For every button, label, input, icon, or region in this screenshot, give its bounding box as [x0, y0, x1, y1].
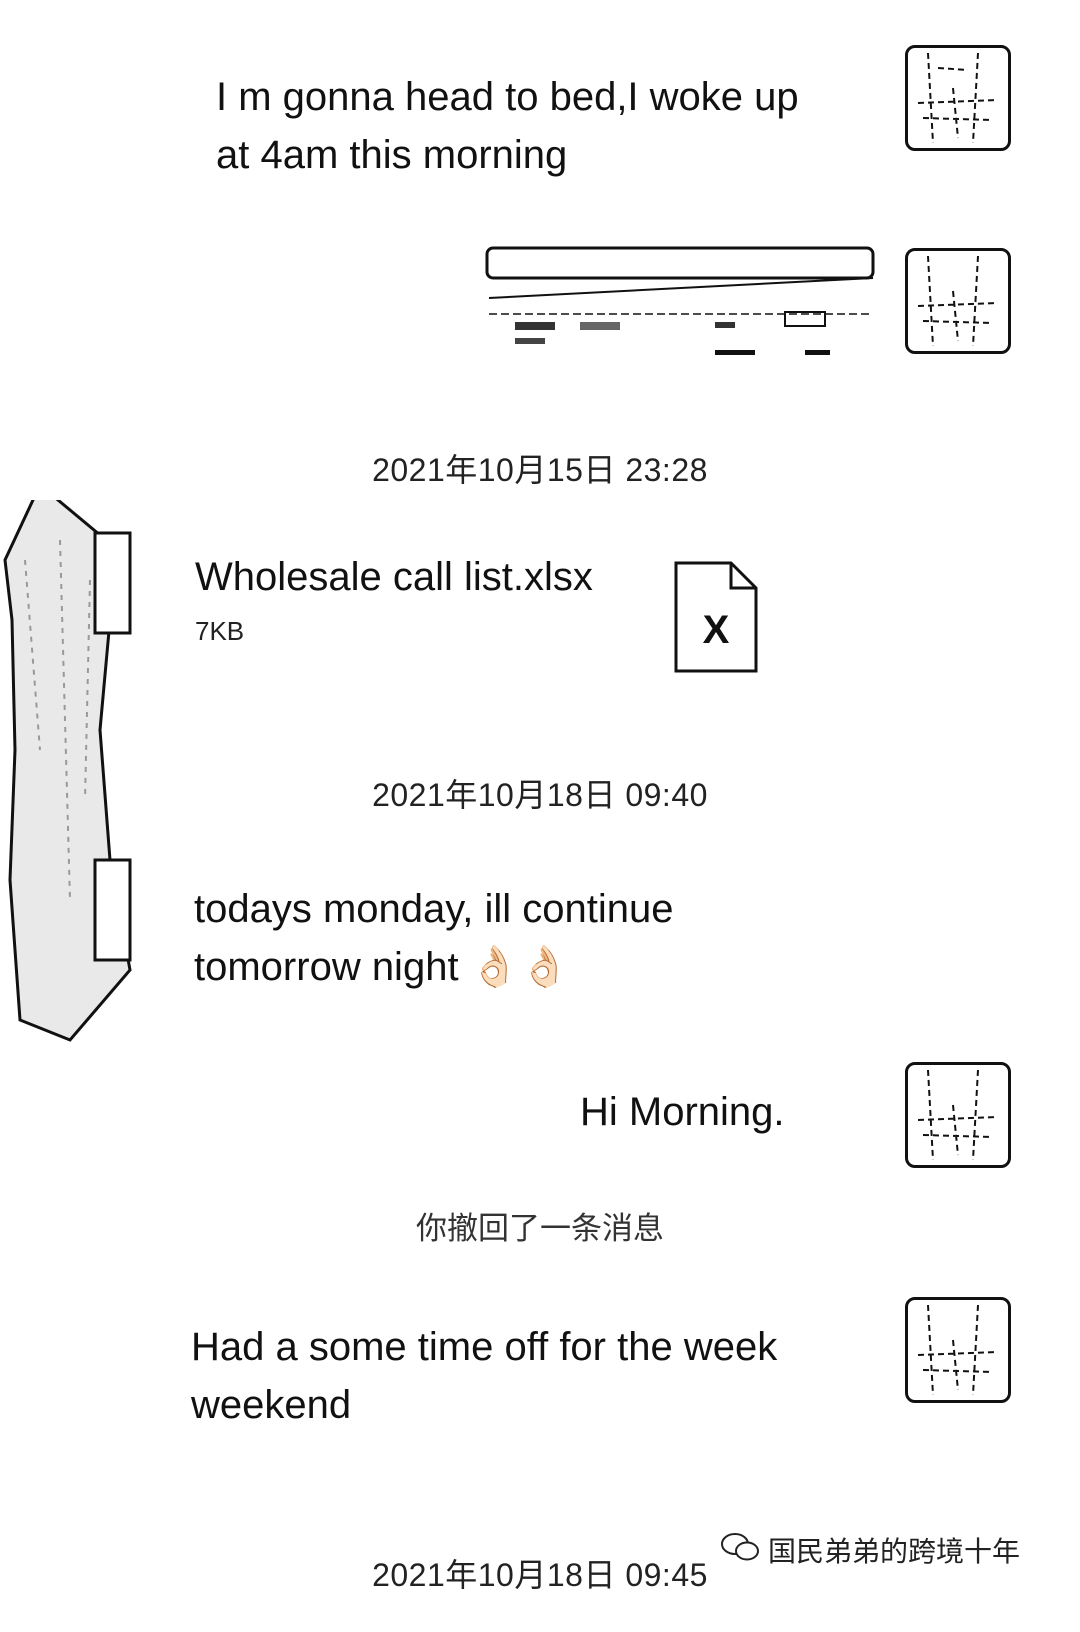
message-line: tomorrow night 👌🏻👌🏻: [194, 945, 570, 989]
timestamp: 2021年10月18日 09:40: [372, 777, 708, 813]
message-text-6[interactable]: Had a some time off for the week weekend: [191, 1318, 871, 1434]
wechat-icon: [720, 1531, 760, 1570]
excel-file-icon: X: [673, 560, 759, 674]
avatar-self[interactable]: [905, 1297, 1011, 1403]
message-text-4[interactable]: todays monday, ill continue tomorrow nig…: [194, 880, 754, 996]
message-line: todays monday, ill continue: [194, 887, 674, 931]
avatar-self[interactable]: [905, 248, 1011, 354]
message-line: weekend: [191, 1383, 352, 1427]
watermark-text: 国民弟弟的跨境十年: [767, 1536, 1020, 1567]
avatar-self[interactable]: [905, 1062, 1011, 1168]
watermark: 国民弟弟的跨境十年: [720, 1530, 1020, 1570]
message-text-5[interactable]: Hi Morning.: [580, 1083, 840, 1141]
message-line: at 4am this morning: [216, 133, 568, 177]
timestamp: 2021年10月15日 23:28: [372, 452, 708, 488]
file-icon-label: X: [702, 608, 730, 652]
avatar-self[interactable]: [905, 45, 1011, 151]
recall-notice: 你撤回了一条消息: [416, 1211, 664, 1246]
message-line: Hi Morning.: [580, 1090, 785, 1134]
message-image-thumbnail[interactable]: [485, 246, 877, 358]
message-line: Had a some time off for the week: [191, 1325, 778, 1369]
file-message[interactable]: Wholesale call list.xlsx 7KB X: [195, 555, 775, 685]
message-text-1[interactable]: I m gonna head to bed,I woke up at 4am t…: [216, 68, 876, 184]
message-line: I m gonna head to bed,I woke up: [216, 75, 799, 119]
